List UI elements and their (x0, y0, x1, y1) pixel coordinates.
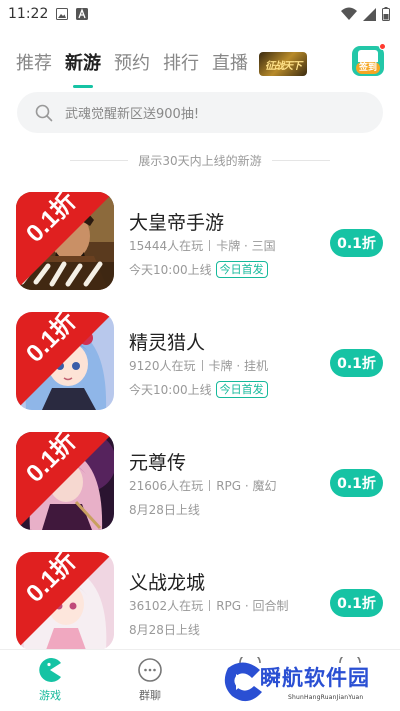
game-name: 元尊传 (129, 452, 187, 474)
warlord-game-icon[interactable]: 0.1折 (16, 192, 114, 290)
divider-line (70, 160, 129, 161)
nav-group-chat[interactable]: 群聊 (100, 650, 200, 711)
launch-date-row: 今天10:00上线 今日首发 (129, 261, 268, 278)
watermark: 瞬航软件园 ShunHangRuanJianYuan (222, 660, 392, 708)
game-list: 0.1折 大皇帝手游 15444人在玩 卡牌 · 三国 今天10:00上线 今日首… (0, 192, 400, 672)
player-count: 9120人在玩 (129, 359, 196, 373)
game-tags: 卡牌 · 挂机 (208, 359, 268, 373)
status-left: 11:22 (8, 6, 89, 22)
discount-corner-badge: 0.1折 (16, 552, 114, 650)
game-tags: RPG · 魔幻 (216, 479, 277, 493)
tab-recommend[interactable]: 推荐 (16, 44, 52, 84)
discount-corner-badge: 0.1折 (16, 312, 114, 410)
watermark-subtext: ShunHangRuanJianYuan (288, 694, 364, 701)
section-note: 展示30天内上线的新游 (138, 154, 262, 168)
search-bar[interactable]: 武魂觉醒新区送900抽! (17, 92, 383, 133)
launch-date-row: 今天10:00上线 今日首发 (129, 381, 268, 398)
game-meta: 9120人在玩 卡牌 · 挂机 (129, 357, 268, 374)
status-time: 11:22 (8, 6, 49, 22)
watermark-text: 瞬航软件园 (260, 666, 370, 690)
search-placeholder: 武魂觉醒新区送900抽! (65, 107, 200, 122)
divider-line (271, 160, 330, 161)
signin-label: 签到 (355, 62, 380, 74)
pacman-icon (39, 658, 61, 682)
list-item[interactable]: 0.1折 大皇帝手游 15444人在玩 卡牌 · 三国 今天10:00上线 今日首… (0, 192, 400, 312)
calendar-icon (358, 50, 378, 62)
meta-separator (201, 360, 203, 371)
discount-corner-badge: 0.1折 (16, 432, 114, 530)
wifi-icon (341, 7, 357, 20)
promo-banner-tab[interactable]: 征战天下 (259, 52, 307, 76)
game-meta: 36102人在玩 RPG · 回合制 (129, 597, 289, 614)
tab-new-games[interactable]: 新游 (65, 44, 101, 84)
player-count: 36102人在玩 (129, 599, 204, 613)
top-tabs: 推荐 新游 预约 排行 直播 征战天下 (0, 40, 400, 88)
section-note-row: 展示30天内上线的新游 (0, 152, 400, 169)
battery-icon (382, 7, 390, 21)
discount-button[interactable]: 0.1折 (330, 349, 383, 377)
princess-game-icon[interactable]: 0.1折 (16, 552, 114, 650)
game-tags: 卡牌 · 三国 (216, 239, 276, 253)
tab-live[interactable]: 直播 (212, 44, 248, 84)
meta-separator (209, 600, 211, 611)
signal-icon (363, 7, 376, 21)
game-meta: 15444人在玩 卡牌 · 三国 (129, 237, 276, 254)
player-count: 15444人在玩 (129, 239, 204, 253)
tab-ranking[interactable]: 排行 (163, 44, 199, 84)
nav-games[interactable]: 游戏 (0, 650, 100, 711)
signin-button[interactable]: 签到 (352, 43, 386, 76)
elf-girl-game-icon[interactable]: 0.1折 (16, 312, 114, 410)
launch-date: 今天10:00上线 (129, 383, 212, 397)
font-notification-icon (76, 8, 89, 20)
meta-separator (209, 240, 211, 251)
launch-date-row: 8月28日上线 (129, 501, 200, 518)
nav-games-label: 游戏 (39, 689, 61, 702)
status-bar: 11:22 (0, 0, 400, 28)
promo-banner-text: 征战天下 (265, 60, 302, 72)
discount-button[interactable]: 0.1折 (330, 469, 383, 497)
first-release-tag: 今日首发 (215, 381, 268, 398)
launch-date: 今天10:00上线 (129, 263, 212, 277)
game-name: 大皇帝手游 (129, 212, 225, 234)
list-item[interactable]: 0.1折 精灵猎人 9120人在玩 卡牌 · 挂机 今天10:00上线 今日首发 … (0, 312, 400, 432)
notification-dot (379, 43, 386, 50)
first-release-tag: 今日首发 (215, 261, 268, 278)
discount-button[interactable]: 0.1折 (330, 229, 383, 257)
launch-date-row: 8月28日上线 (129, 621, 200, 638)
meta-separator (209, 480, 211, 491)
sorceress-game-icon[interactable]: 0.1折 (16, 432, 114, 530)
player-count: 21606人在玩 (129, 479, 204, 493)
search-icon (35, 104, 53, 121)
game-tags: RPG · 回合制 (216, 599, 289, 613)
chat-bubble-icon (138, 658, 162, 682)
game-name: 精灵猎人 (129, 332, 206, 354)
nav-group-chat-label: 群聊 (139, 689, 161, 702)
launch-date: 8月28日上线 (129, 503, 200, 517)
discount-button[interactable]: 0.1折 (330, 589, 383, 617)
game-meta: 21606人在玩 RPG · 魔幻 (129, 477, 277, 494)
launch-date: 8月28日上线 (129, 623, 200, 637)
list-item[interactable]: 0.1折 元尊传 21606人在玩 RPG · 魔幻 8月28日上线 0.1折 (0, 432, 400, 552)
status-right (341, 7, 390, 21)
game-name: 义战龙城 (129, 572, 206, 594)
tab-reservation[interactable]: 预约 (114, 44, 150, 84)
gallery-notification-icon (56, 8, 69, 20)
discount-corner-badge: 0.1折 (16, 192, 114, 290)
